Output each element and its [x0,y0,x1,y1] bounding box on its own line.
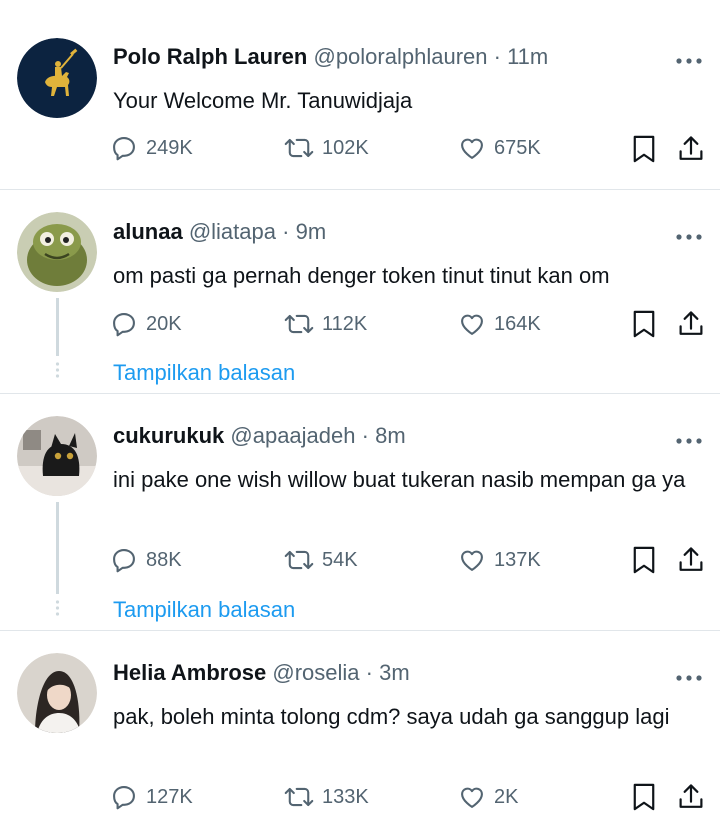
author-name[interactable]: Polo Ralph Lauren [113,44,307,69]
reply-count: 88K [146,548,182,571]
like-button[interactable]: 2K [458,783,518,811]
reply-button[interactable]: 20K [110,310,182,338]
thread-line [56,298,59,356]
retweet-button[interactable]: 133K [284,783,369,811]
like-button[interactable]: 164K [458,310,541,338]
like-count: 137K [494,548,541,571]
like-button[interactable]: 137K [458,546,541,574]
reply-count: 127K [146,785,193,808]
timestamp[interactable]: 11m [507,44,548,69]
cat-avatar-icon [17,416,97,496]
tweet[interactable]: alunaa @liatapa · 9m om pasti ga pernah … [0,190,720,393]
author-name[interactable]: Helia Ambrose [113,660,266,685]
bookmark-icon[interactable] [630,782,658,817]
tweet-text: Your Welcome Mr. Tanuwidjaja [113,88,413,113]
like-button[interactable]: 675K [458,134,541,162]
polo-logo-icon [17,38,97,118]
like-count: 2K [494,785,519,808]
author-name[interactable]: cukurukuk [113,423,224,448]
tweet[interactable]: cukurukuk @apaajadeh · 8m ini pake one w… [0,394,720,630]
avatar[interactable] [17,416,97,496]
separator-dot: · [493,44,501,69]
author-handle[interactable]: @liatapa [189,219,276,244]
avatar[interactable] [17,653,97,733]
tweet-text: pak, boleh minta tolong cdm? saya udah g… [113,704,670,729]
tweet-text: om pasti ga pernah denger token tinut ti… [113,263,610,288]
person-avatar-icon [17,653,97,733]
author-handle[interactable]: @apaajadeh [230,423,355,448]
retweet-button[interactable]: 54K [284,546,358,574]
timestamp[interactable]: 8m [375,423,406,448]
heart-icon [461,138,483,159]
timestamp[interactable]: 9m [296,219,327,244]
like-count: 675K [494,136,541,159]
retweet-button[interactable]: 102K [284,134,369,162]
reply-icon [113,313,135,337]
thread-line [56,502,59,594]
tweet[interactable]: Helia Ambrose @roselia · 3m pak, boleh m… [0,631,720,835]
tweet-header: Polo Ralph Lauren @poloralphlauren · 11m [113,44,548,70]
share-icon[interactable] [677,545,705,580]
avatar[interactable] [17,38,97,118]
more-options-icon[interactable] [676,669,702,681]
bookmark-icon[interactable] [630,134,658,169]
like-count: 164K [494,312,541,335]
thread-dots [55,600,60,621]
separator-dot: · [361,423,369,448]
avatar[interactable] [17,212,97,292]
heart-icon [461,787,483,808]
author-handle[interactable]: @roselia [272,660,359,685]
heart-icon [461,314,483,335]
reply-button[interactable]: 88K [110,546,182,574]
bookmark-icon[interactable] [630,545,658,580]
share-icon[interactable] [677,134,705,169]
reply-icon [113,137,135,161]
tweet-header: alunaa @liatapa · 9m [113,219,326,245]
tweet-header: cukurukuk @apaajadeh · 8m [113,423,406,449]
show-replies-link[interactable]: Tampilkan balasan [113,360,295,386]
timestamp[interactable]: 3m [379,660,410,685]
heart-icon [461,550,483,571]
bookmark-icon[interactable] [630,309,658,344]
retweet-icon [284,550,314,570]
more-options-icon[interactable] [676,52,702,64]
more-options-icon[interactable] [676,228,702,240]
thread-dots [55,362,60,383]
more-options-icon[interactable] [676,432,702,444]
retweet-icon [284,314,314,334]
turtle-avatar-icon [17,212,97,292]
retweet-count: 102K [322,136,369,159]
reply-icon [113,549,135,573]
reply-count: 20K [146,312,182,335]
author-name[interactable]: alunaa [113,219,183,244]
tweet[interactable]: Polo Ralph Lauren @poloralphlauren · 11m… [0,0,720,189]
separator-dot: · [365,660,373,685]
reply-button[interactable]: 249K [110,134,193,162]
retweet-icon [284,138,314,158]
share-icon[interactable] [677,309,705,344]
retweet-count: 133K [322,785,369,808]
retweet-count: 54K [322,548,358,571]
separator-dot: · [282,219,290,244]
retweet-count: 112K [322,312,368,335]
tweet-header: Helia Ambrose @roselia · 3m [113,660,410,686]
reply-icon [113,786,135,810]
tweet-text: ini pake one wish willow buat tukeran na… [113,467,686,492]
show-replies-link[interactable]: Tampilkan balasan [113,597,295,623]
author-handle[interactable]: @poloralphlauren [313,44,487,69]
reply-count: 249K [146,136,193,159]
retweet-icon [284,787,314,807]
share-icon[interactable] [677,782,705,817]
reply-button[interactable]: 127K [110,783,193,811]
retweet-button[interactable]: 112K [284,310,367,338]
